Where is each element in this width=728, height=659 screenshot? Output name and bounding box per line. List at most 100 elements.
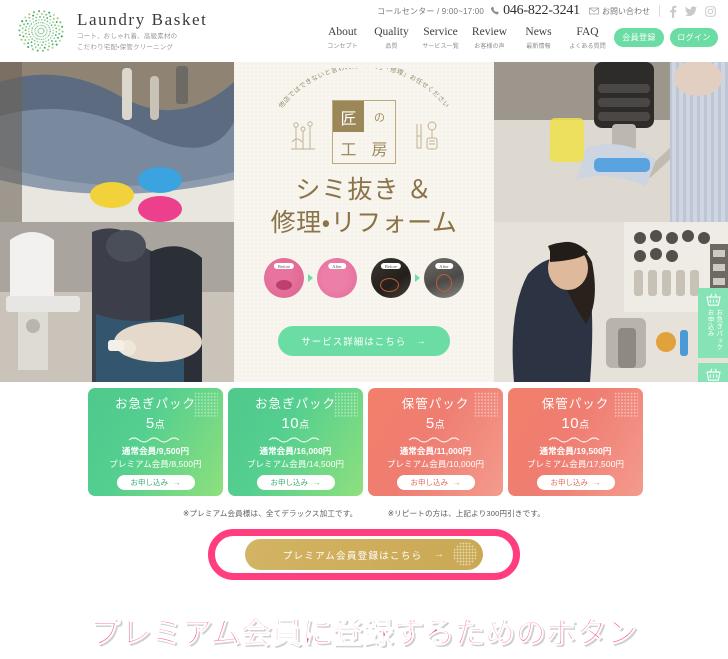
arrow-right-icon: → xyxy=(173,477,181,487)
before-image-1: Before xyxy=(264,258,304,298)
arrow-icon xyxy=(415,274,420,282)
social-links xyxy=(669,5,720,18)
logo-title: Laundry Basket xyxy=(77,10,208,30)
nav-item-faq[interactable]: FAQ よくある質問 xyxy=(563,26,612,50)
nav-item-news-en: News xyxy=(525,26,552,38)
repair-tools-icon xyxy=(412,120,442,152)
utility-bar: コールセンター / 9:00~17:00 046-822-3241 お問い合わせ xyxy=(377,3,720,19)
header-actions: 会員登録 ログイン xyxy=(614,28,718,47)
side-tab-express-pack[interactable]: お急ぎパック お申込み xyxy=(698,288,728,358)
nav-item-review[interactable]: Review お客様の声 xyxy=(465,26,514,50)
pricing-card-count-unit: 点 xyxy=(299,419,310,431)
pricing-note-1: ※プレミアム会員様は、全てデラックス加工です。 xyxy=(183,509,358,518)
mail-icon xyxy=(589,7,599,15)
call-center-hours: コールセンター / 9:00~17:00 xyxy=(377,6,485,16)
login-button[interactable]: ログイン xyxy=(670,28,718,47)
phone-number[interactable]: 046-822-3241 xyxy=(490,3,580,19)
after-image-2: After xyxy=(424,258,464,298)
pricing-card-express-5[interactable]: お急ぎパック 5点 通常会員/9,500円 プレミアム会員/8,500円 お申し… xyxy=(88,388,223,496)
nav-item-quality-en: Quality xyxy=(374,26,409,38)
pricing-card-premium: プレミアム会員/10,000円 xyxy=(386,458,485,469)
pricing-card-count: 5点 xyxy=(426,414,445,434)
arrow-icon xyxy=(308,274,313,282)
nav-item-service[interactable]: Service サービス一覧 xyxy=(416,26,465,50)
premium-register-button[interactable]: プレミアム会員登録はこちら → xyxy=(245,539,483,570)
dot-pattern-decoration xyxy=(194,392,218,418)
instagram-icon[interactable] xyxy=(705,5,716,17)
pricing-card-regular: 通常会員/16,000円 xyxy=(259,446,332,457)
pricing-card-express-10[interactable]: お急ぎパック 10点 通常会員/16,000円 プレミアム会員/14,500円 … xyxy=(228,388,363,496)
hero-headline-line1: シミ抜き ＆ xyxy=(295,177,433,204)
nav-item-about-jp: コンセプト xyxy=(327,44,358,51)
logo-text: Laundry Basket コート、おしゃれ着、高級素材の こだわり宅配・保管… xyxy=(77,9,208,52)
side-tab-express-line2: お申込み xyxy=(706,309,713,337)
pricing-card-count-value: 10 xyxy=(561,414,580,432)
facebook-icon[interactable] xyxy=(669,5,677,18)
logo-burst-icon xyxy=(14,7,68,55)
wave-divider xyxy=(548,437,599,443)
hero-photo-top-right xyxy=(494,62,728,222)
nav-item-service-jp: サービス一覧 xyxy=(422,44,459,51)
hero-cta-arrow-icon: → xyxy=(416,335,427,347)
side-tab-express-line1: お急ぎパック xyxy=(714,309,722,351)
pricing-card-apply-button[interactable]: お申し込み → xyxy=(396,474,475,490)
wave-divider xyxy=(408,437,459,443)
register-button[interactable]: 会員登録 xyxy=(614,28,664,47)
before-label-1: Before xyxy=(273,263,295,269)
takumi-badge-char-4: 房 xyxy=(371,141,388,159)
before-image-2: Before xyxy=(371,258,411,298)
hero-cta-label: サービス詳細はこちら xyxy=(301,337,407,348)
nav-item-news[interactable]: News 最新情報 xyxy=(514,26,563,50)
divider xyxy=(659,5,660,17)
pricing-card-count-unit: 点 xyxy=(579,419,590,431)
page-root: コールセンター / 9:00~17:00 046-822-3241 お問い合わせ xyxy=(0,0,728,659)
before-after-pair-2: Before After xyxy=(371,258,464,298)
logo-tagline: コート、おしゃれ着、高級素材の こだわり宅配・保管クリーニング xyxy=(77,32,208,52)
nav-item-news-jp: 最新情報 xyxy=(526,44,551,51)
site-logo[interactable]: Laundry Basket コート、おしゃれ着、高級素材の こだわり宅配・保管… xyxy=(14,7,208,55)
main-nav: About コンセプト Quality 品質 Service サービス一覧 Re… xyxy=(318,26,612,50)
pricing-card-count-unit: 点 xyxy=(154,419,166,431)
pricing-card-title: 保管パック xyxy=(401,397,470,411)
nav-item-quality-jp: 品質 xyxy=(385,44,398,51)
pricing-card-list: お急ぎパック 5点 通常会員/9,500円 プレミアム会員/8,500円 お申し… xyxy=(88,388,643,496)
dot-pattern-decoration xyxy=(474,392,498,418)
pricing-card-count-unit: 点 xyxy=(434,419,446,431)
contact-link[interactable]: お問い合わせ xyxy=(589,6,650,17)
takumi-badge-char-2: の xyxy=(374,111,385,124)
logo-tagline-line1: コート、おしゃれ着、高級素材の xyxy=(77,33,178,41)
premium-register-label: プレミアム会員登録はこちら xyxy=(282,550,423,562)
pricing-card-apply-button[interactable]: お申し込み → xyxy=(116,474,195,490)
hero-headline-line2: 修理・リフォーム xyxy=(270,210,458,237)
takumi-badge-char-1: 匠 xyxy=(333,101,364,132)
wave-divider xyxy=(268,437,319,443)
pricing-card-title: 保管パック xyxy=(541,397,610,411)
pricing-card-premium: プレミアム会員/17,500円 xyxy=(526,458,625,469)
pricing-notes: ※プレミアム会員様は、全てデラックス加工です。 ※リピートの方は、上記より300… xyxy=(0,508,728,519)
nav-item-faq-en: FAQ xyxy=(576,26,599,38)
pricing-card-storage-5[interactable]: 保管パック 5点 通常会員/11,000円 プレミアム会員/10,000円 お申… xyxy=(368,388,503,496)
nav-item-review-en: Review xyxy=(471,26,508,38)
pricing-card-storage-10[interactable]: 保管パック 10点 通常会員/19,500円 プレミアム会員/17,500円 お… xyxy=(508,388,643,496)
hero-photo-bottom-left xyxy=(0,222,234,382)
pricing-card-apply-label: お申し込み xyxy=(550,477,589,487)
hero-content-panel: 他店ではできないと言われた「シミ」「修理」お任せください xyxy=(234,62,494,382)
pricing-card-count-value: 5 xyxy=(145,414,155,432)
after-label-2: After xyxy=(435,263,453,269)
twitter-icon[interactable] xyxy=(685,5,697,17)
pricing-card-apply-button[interactable]: お申し込み → xyxy=(536,474,615,490)
nav-item-quality[interactable]: Quality 品質 xyxy=(367,26,416,50)
sparkle-decoration xyxy=(453,542,477,566)
hero-cta-button[interactable]: サービス詳細はこちら → xyxy=(278,326,450,356)
pricing-card-count: 5点 xyxy=(146,414,165,434)
pricing-card-apply-label: お申し込み xyxy=(130,477,169,487)
side-tab-storage-pack[interactable]: 保管パックお申込み xyxy=(698,363,728,382)
pricing-card-title: お急ぎパック xyxy=(114,397,196,411)
wave-divider xyxy=(128,437,179,443)
before-after-gallery: Before After Before After xyxy=(234,258,494,298)
arrow-right-icon: → xyxy=(453,477,461,487)
nav-item-about[interactable]: About コンセプト xyxy=(318,26,367,50)
pricing-card-apply-button[interactable]: お申し込み → xyxy=(256,474,335,490)
arrow-right-icon: → xyxy=(434,549,446,560)
pricing-card-premium: プレミアム会員/14,500円 xyxy=(246,458,345,469)
